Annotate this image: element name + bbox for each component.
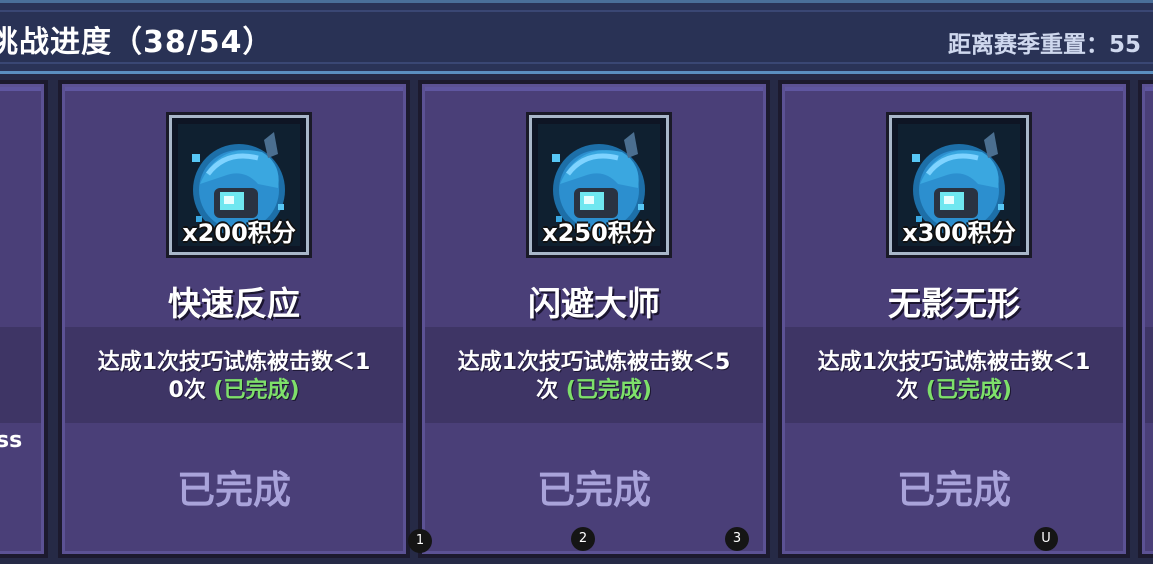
card-description: 达成1次技巧试炼被击数＜1 次 (已完成) <box>795 349 1113 405</box>
challenge-card[interactable]: x300积分 无影无形 达成1次技巧试炼被击数＜1 次 (已完成) 已完成 <box>778 80 1130 558</box>
card-desc-fragment: ss <box>0 428 23 453</box>
marker-badge: U <box>1034 527 1058 551</box>
desc-line-2: 次 <box>536 378 559 403</box>
marker-badge: 1 <box>408 529 432 553</box>
header-bar: 挑战进度（38/54） 距离赛季重置：55 <box>0 0 1153 74</box>
card-face <box>1142 84 1153 554</box>
reward-icon-frame: x300积分 <box>889 115 1029 255</box>
card-face: x300积分 无影无形 达成1次技巧试炼被击数＜1 次 (已完成) 已完成 <box>782 84 1126 554</box>
card-face <box>0 84 44 554</box>
desc-line-2: 次 <box>896 378 919 403</box>
card-face: x250积分 闪避大师 达成1次技巧试炼被击数＜5 次 (已完成) 已完成 <box>422 84 766 554</box>
desc-line-1: 达成1次技巧试炼被击数＜1 <box>817 350 1091 375</box>
reward-points-label: x250积分 <box>542 219 656 247</box>
challenge-progress-title: 挑战进度（38/54） <box>0 25 274 60</box>
challenge-screen: 挑战进度（38/54） 距离赛季重置：55 ss x200积分 快速反应 达成1… <box>0 0 1153 564</box>
card-title: 无影无形 <box>888 284 1020 323</box>
desc-line-1: 达成1次技巧试炼被击数＜5 <box>457 350 731 375</box>
card-face: x200积分 快速反应 达成1次技巧试炼被击数＜1 0次 (已完成) 已完成 <box>62 84 406 554</box>
reward-icon-frame: x250积分 <box>529 115 669 255</box>
challenge-card[interactable]: x200积分 快速反应 达成1次技巧试炼被击数＜1 0次 (已完成) 已完成 <box>58 80 410 558</box>
desc-line-2: 0次 <box>168 378 206 403</box>
marker-badge: 3 <box>725 527 749 551</box>
reward-icon-frame: x200积分 <box>169 115 309 255</box>
desc-line-1: 达成1次技巧试炼被击数＜1 <box>97 350 371 375</box>
card-title: 快速反应 <box>168 284 300 323</box>
desc-completed-tag: (已完成) <box>213 378 300 403</box>
status-completed: 已完成 <box>176 468 291 512</box>
desc-completed-tag: (已完成) <box>925 378 1012 403</box>
desc-band <box>0 327 41 423</box>
season-reset-countdown: 距离赛季重置：55 <box>948 32 1142 58</box>
challenge-card[interactable]: x250积分 闪避大师 达成1次技巧试炼被击数＜5 次 (已完成) 已完成 <box>418 80 770 558</box>
card-description: 达成1次技巧试炼被击数＜1 0次 (已完成) <box>75 349 393 405</box>
status-completed: 已完成 <box>536 468 651 512</box>
reward-points-label: x200积分 <box>182 219 296 247</box>
desc-completed-tag: (已完成) <box>565 378 652 403</box>
status-completed: 已完成 <box>896 468 1011 512</box>
card-description: 达成1次技巧试炼被击数＜5 次 (已完成) <box>435 349 753 405</box>
challenge-card-partial-right[interactable] <box>1138 80 1153 558</box>
card-title: 闪避大师 <box>528 284 660 323</box>
desc-band <box>1145 327 1153 423</box>
marker-badge: 2 <box>571 527 595 551</box>
challenge-card-partial-left[interactable]: ss <box>0 80 48 558</box>
reward-points-label: x300积分 <box>902 219 1016 247</box>
